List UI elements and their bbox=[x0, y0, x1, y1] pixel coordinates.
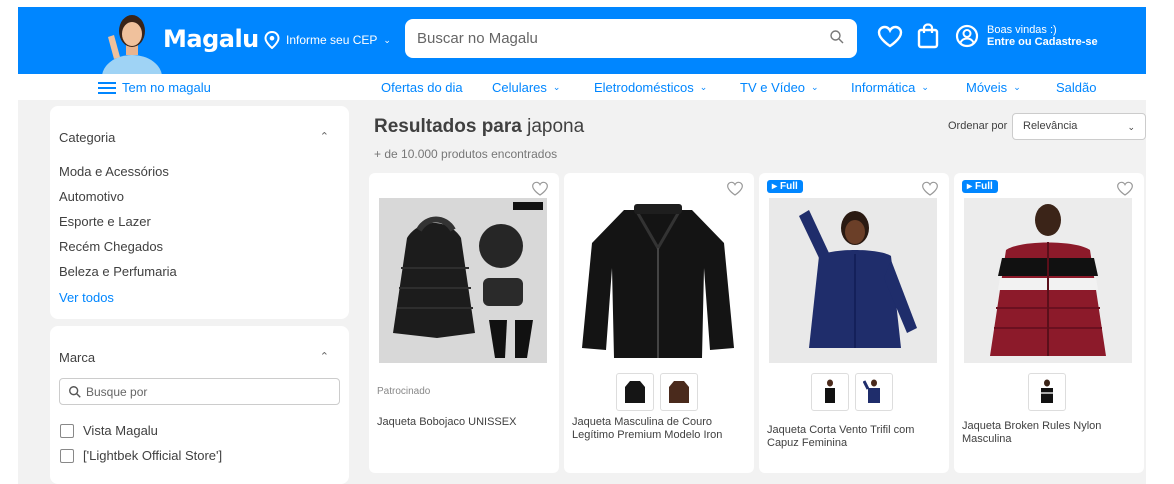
category-item[interactable]: Moda e Acessórios bbox=[59, 164, 169, 179]
search-icon[interactable] bbox=[829, 29, 845, 45]
shopping-bag-icon[interactable] bbox=[917, 23, 939, 49]
top-header: Magalu Informe seu CEP ⌄ Boas vindas :) … bbox=[18, 7, 1146, 74]
product-name[interactable]: Jaqueta Corta Vento Trifil com Capuz Fem… bbox=[767, 424, 941, 450]
results-count: + de 10.000 produtos encontrados bbox=[374, 147, 558, 161]
category-title: Categoria bbox=[59, 130, 116, 145]
chevron-down-icon: ⌄ bbox=[811, 82, 819, 92]
nav-item-label: TV e Vídeo bbox=[740, 80, 806, 95]
brand-option-checkbox[interactable]: ['Lightbek Official Store'] bbox=[60, 448, 222, 463]
nav-item-eletrodomesticos[interactable]: Eletrodomésticos ⌄ bbox=[594, 80, 707, 95]
variant-thumb-brown[interactable] bbox=[660, 373, 698, 411]
chevron-down-icon: ⌄ bbox=[1127, 122, 1135, 132]
search-icon bbox=[69, 386, 81, 398]
search-box[interactable] bbox=[405, 19, 857, 58]
heart-icon[interactable] bbox=[877, 25, 903, 49]
brand-search-box[interactable] bbox=[59, 378, 340, 405]
color-variant-thumbs bbox=[811, 373, 893, 411]
see-all-categories-link[interactable]: Ver todos bbox=[59, 290, 114, 305]
nav-item-tv-video[interactable]: TV e Vídeo ⌄ bbox=[740, 80, 819, 95]
nylon-jacket-image[interactable] bbox=[964, 198, 1132, 363]
cep-selector[interactable]: Informe seu CEP ⌄ bbox=[264, 31, 391, 49]
product-card[interactable]: ▸ Full Jaqueta Broken Rules Nylon Mascul… bbox=[954, 173, 1144, 473]
sort-label: Ordenar por bbox=[948, 120, 1008, 132]
favorite-heart-icon[interactable] bbox=[921, 181, 939, 197]
category-item[interactable]: Esporte e Lazer bbox=[59, 214, 151, 229]
sort-value: Relevância bbox=[1023, 120, 1078, 132]
sponsored-label: Patrocinado bbox=[377, 386, 431, 397]
brand-option-label: ['Lightbek Official Store'] bbox=[83, 448, 223, 463]
brand-option-label: Vista Magalu bbox=[83, 423, 158, 438]
variant-thumb-black[interactable] bbox=[1028, 373, 1066, 411]
category-item[interactable]: Automotivo bbox=[59, 189, 124, 204]
checkbox[interactable] bbox=[60, 448, 74, 463]
category-filter-panel: Categoria ⌃ Moda e Acessórios Automotivo… bbox=[50, 106, 349, 319]
windbreaker-image[interactable] bbox=[769, 198, 937, 363]
variant-thumb-black[interactable] bbox=[616, 373, 654, 411]
brand-search-input[interactable] bbox=[86, 379, 326, 404]
category-item[interactable]: Beleza e Perfumaria bbox=[59, 264, 177, 279]
nav-item-label: Saldão bbox=[1056, 80, 1097, 95]
chevron-down-icon: ⌄ bbox=[552, 82, 561, 92]
nav-item-label: Móveis bbox=[966, 80, 1008, 95]
chevron-up-icon[interactable]: ⌃ bbox=[320, 350, 329, 363]
results-title-prefix: Resultados para bbox=[374, 116, 522, 137]
variant-thumb-black[interactable] bbox=[811, 373, 849, 411]
favorite-heart-icon[interactable] bbox=[531, 181, 549, 197]
results-title: Resultados para japona bbox=[374, 116, 584, 138]
user-login[interactable]: Boas vindas :) Entre ou Cadastre-se bbox=[955, 24, 1098, 48]
brand-title: Marca bbox=[59, 350, 96, 365]
truck-icon: ▸ bbox=[772, 181, 778, 192]
puffer-jacket-kit-image[interactable] bbox=[379, 198, 547, 363]
product-name[interactable]: Jaqueta Broken Rules Nylon Masculina bbox=[962, 420, 1136, 446]
nav-item-label: Informática bbox=[851, 80, 916, 95]
cep-label: Informe seu CEP bbox=[286, 33, 378, 47]
product-name[interactable]: Jaqueta Bobojaco UNISSEX bbox=[377, 416, 551, 429]
product-card[interactable]: ▸ Full Jaqueta Corta Vento Trifil com Ca… bbox=[759, 173, 949, 473]
nav-item-label: Eletrodomésticos bbox=[594, 80, 694, 95]
search-input[interactable] bbox=[417, 19, 817, 58]
lu-mascot-image bbox=[96, 7, 168, 74]
badge-label: Full bbox=[780, 181, 798, 192]
favorite-heart-icon[interactable] bbox=[726, 181, 744, 197]
product-card[interactable]: Jaqueta Masculina de Couro Legítimo Prem… bbox=[564, 173, 754, 473]
sort-dropdown[interactable]: Relevância ⌄ bbox=[1012, 113, 1146, 140]
magalu-logo[interactable]: Magalu bbox=[163, 25, 259, 53]
product-card[interactable]: Patrocinado Jaqueta Bobojaco UNISSEX bbox=[369, 173, 559, 473]
product-name[interactable]: Jaqueta Masculina de Couro Legítimo Prem… bbox=[572, 416, 746, 442]
checkbox[interactable] bbox=[60, 423, 74, 438]
nav-item-saldao[interactable]: Saldão bbox=[1056, 80, 1096, 95]
chevron-down-icon: ⌄ bbox=[921, 82, 929, 92]
nav-item-ofertas[interactable]: Ofertas do dia bbox=[381, 80, 463, 95]
truck-icon: ▸ bbox=[967, 181, 973, 192]
full-shipping-badge: ▸ Full bbox=[962, 180, 998, 193]
nav-item-celulares[interactable]: Celulares ⌄ bbox=[492, 80, 560, 95]
nav-item-label: Celulares bbox=[492, 80, 547, 95]
nav-menu-label: Tem no magalu bbox=[122, 80, 211, 95]
chevron-down-icon: ⌄ bbox=[699, 82, 708, 92]
variant-thumb-navy[interactable] bbox=[855, 373, 893, 411]
category-item[interactable]: Recém Chegados bbox=[59, 239, 163, 254]
greeting-text: Boas vindas :) bbox=[987, 24, 1057, 36]
hamburger-menu-icon bbox=[98, 81, 116, 94]
login-link[interactable]: Entre ou Cadastre-se bbox=[987, 36, 1098, 48]
color-variant-thumbs bbox=[1028, 373, 1066, 411]
chevron-down-icon: ⌄ bbox=[1013, 82, 1021, 92]
category-nav: Tem no magalu Ofertas do dia Celulares ⌄… bbox=[0, 74, 1174, 100]
nav-item-moveis[interactable]: Móveis ⌄ bbox=[966, 80, 1021, 95]
leather-jacket-image[interactable] bbox=[574, 198, 742, 363]
user-avatar-icon bbox=[955, 24, 979, 48]
brand-option-checkbox[interactable]: Vista Magalu bbox=[60, 423, 158, 438]
full-shipping-badge: ▸ Full bbox=[767, 180, 803, 193]
chevron-up-icon[interactable]: ⌃ bbox=[320, 130, 329, 143]
color-variant-thumbs bbox=[616, 373, 698, 411]
results-query: japona bbox=[527, 116, 585, 137]
chevron-down-icon: ⌄ bbox=[383, 34, 391, 45]
nav-menu-all[interactable]: Tem no magalu bbox=[98, 80, 211, 95]
favorite-heart-icon[interactable] bbox=[1116, 181, 1134, 197]
badge-label: Full bbox=[975, 181, 993, 192]
nav-item-label: Ofertas do dia bbox=[381, 80, 463, 95]
brand-filter-panel: Marca ⌃ Vista Magalu ['Lightbek Official… bbox=[50, 326, 349, 484]
location-pin-icon bbox=[264, 31, 280, 49]
nav-item-informatica[interactable]: Informática ⌄ bbox=[851, 80, 929, 95]
